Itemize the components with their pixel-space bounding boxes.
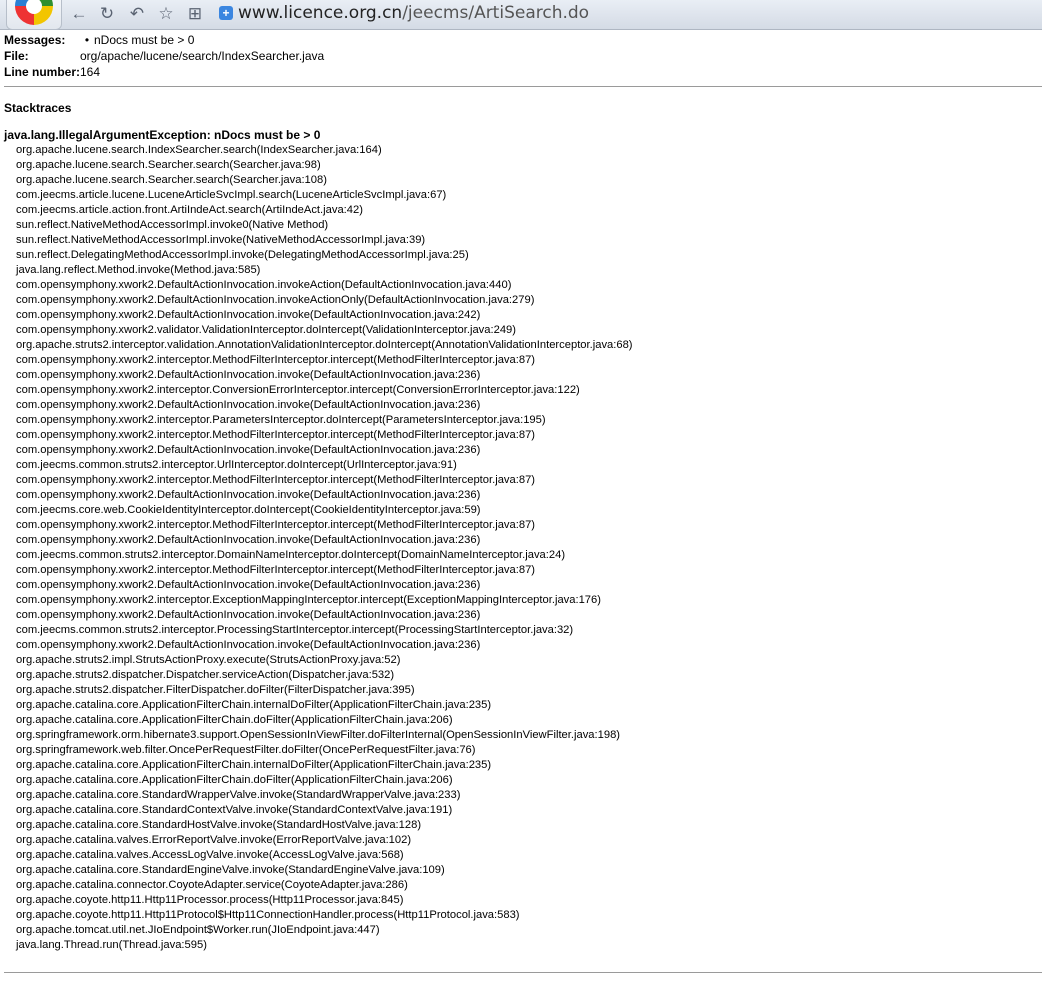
stack-frame: org.apache.lucene.search.IndexSearcher.s…: [16, 144, 382, 156]
stack-frame: org.springframework.orm.hibernate3.suppo…: [16, 729, 621, 741]
divider-bottom: [4, 972, 1042, 973]
stacktraces-heading: Stacktraces: [4, 101, 72, 115]
stack-frame: org.apache.coyote.http11.Http11Protocol$…: [16, 909, 520, 921]
stack-frame: com.jeecms.common.struts2.interceptor.Do…: [16, 549, 566, 561]
stack-frame: com.opensymphony.xwork2.interceptor.Meth…: [16, 354, 536, 366]
stack-frame: org.apache.lucene.search.Searcher.search…: [16, 174, 327, 186]
address-host: www.licence.org.cn: [238, 3, 403, 23]
browser-toolbar: ← ↻ ↶ ☆ ⊞ + www.licence.org.cn/jeecms/Ar…: [0, 0, 1042, 30]
stack-frame: com.opensymphony.xwork2.interceptor.Conv…: [16, 384, 580, 396]
line-number-value: 164: [80, 65, 101, 79]
stack-frame: org.apache.catalina.core.StandardContext…: [16, 804, 453, 816]
stack-frame: com.opensymphony.xwork2.DefaultActionInv…: [16, 489, 481, 501]
stack-frame: com.jeecms.common.struts2.interceptor.Ur…: [16, 459, 457, 471]
stack-frame: org.apache.catalina.core.ApplicationFilt…: [16, 714, 453, 726]
stacktrace-list: org.apache.lucene.search.IndexSearcher.s…: [16, 143, 633, 953]
messages-value: • nDocs must be > 0: [80, 32, 324, 48]
stack-frame: java.lang.Thread.run(Thread.java:595): [16, 939, 207, 951]
stack-frame: org.springframework.web.filter.OncePerRe…: [16, 744, 476, 756]
messages-label: Messages:: [4, 33, 66, 47]
stack-frame: com.jeecms.article.lucene.LuceneArticleS…: [16, 189, 447, 201]
stack-frame: com.opensymphony.xwork2.DefaultActionInv…: [16, 399, 481, 411]
stack-frame: java.lang.reflect.Method.invoke(Method.j…: [16, 264, 261, 276]
stack-frame: org.apache.catalina.valves.ErrorReportVa…: [16, 834, 412, 846]
stack-frame: org.apache.catalina.core.StandardHostVal…: [16, 819, 422, 831]
stack-frame: org.apache.catalina.core.StandardWrapper…: [16, 789, 461, 801]
message-item: nDocs must be > 0: [94, 33, 195, 47]
line-number-label: Line number:: [4, 65, 81, 79]
stack-frame: com.jeecms.core.web.CookieIdentityInterc…: [16, 504, 481, 516]
stack-frame: org.apache.catalina.connector.CoyoteAdap…: [16, 879, 408, 891]
divider-top: [4, 86, 1042, 87]
stack-frame: com.opensymphony.xwork2.interceptor.Meth…: [16, 429, 536, 441]
undo-icon[interactable]: ↶: [126, 4, 148, 24]
stack-frame: com.jeecms.article.action.front.ArtiInde…: [16, 204, 363, 216]
browser-logo[interactable]: [6, 0, 62, 30]
grid-icon[interactable]: ⊞: [184, 4, 206, 24]
stack-frame: org.apache.tomcat.util.net.JIoEndpoint$W…: [16, 924, 380, 936]
stack-frame: com.opensymphony.xwork2.DefaultActionInv…: [16, 609, 481, 621]
stack-frame: org.apache.struts2.dispatcher.FilterDisp…: [16, 684, 415, 696]
file-label: File:: [4, 49, 29, 63]
bullet-icon: •: [84, 33, 90, 47]
refresh-icon[interactable]: ↻: [96, 4, 118, 24]
stack-frame: org.apache.catalina.core.ApplicationFilt…: [16, 759, 492, 771]
stack-frame: com.opensymphony.xwork2.validator.Valida…: [16, 324, 516, 336]
stack-frame: com.opensymphony.xwork2.interceptor.Exce…: [16, 594, 601, 606]
stack-frame: sun.reflect.NativeMethodAccessorImpl.inv…: [16, 234, 426, 246]
browser-logo-icon: [15, 0, 53, 25]
stack-frame: com.opensymphony.xwork2.interceptor.Meth…: [16, 519, 536, 531]
stack-frame: com.opensymphony.xwork2.DefaultActionInv…: [16, 294, 535, 306]
stack-frame: org.apache.catalina.core.ApplicationFilt…: [16, 774, 453, 786]
stack-frame: com.opensymphony.xwork2.DefaultActionInv…: [16, 639, 481, 651]
stack-frame: sun.reflect.NativeMethodAccessorImpl.inv…: [16, 219, 329, 231]
stack-frame: org.apache.catalina.core.ApplicationFilt…: [16, 699, 492, 711]
stack-frame: sun.reflect.DelegatingMethodAccessorImpl…: [16, 249, 469, 261]
address-path: /jeecms/ArtiSearch.do: [402, 3, 590, 23]
stack-frame: com.opensymphony.xwork2.interceptor.Meth…: [16, 474, 536, 486]
stack-frame: org.apache.struts2.impl.StrutsActionProx…: [16, 654, 401, 666]
shield-icon: +: [219, 6, 233, 20]
stack-frame: org.apache.catalina.valves.AccessLogValv…: [16, 849, 404, 861]
stack-frame: com.jeecms.common.struts2.interceptor.Pr…: [16, 624, 574, 636]
stack-frame: com.opensymphony.xwork2.interceptor.Para…: [16, 414, 546, 426]
stack-frame: com.opensymphony.xwork2.DefaultActionInv…: [16, 279, 512, 291]
stack-frame: com.opensymphony.xwork2.DefaultActionInv…: [16, 369, 481, 381]
error-info-table: Messages: • nDocs must be > 0 File: org/a…: [4, 32, 324, 80]
stack-frame: org.apache.lucene.search.Searcher.search…: [16, 159, 321, 171]
stack-frame: com.opensymphony.xwork2.DefaultActionInv…: [16, 579, 481, 591]
stack-frame: org.apache.struts2.interceptor.validatio…: [16, 339, 633, 351]
back-icon[interactable]: ←: [68, 4, 90, 24]
stack-frame: org.apache.coyote.http11.Http11Processor…: [16, 894, 404, 906]
stack-frame: com.opensymphony.xwork2.DefaultActionInv…: [16, 444, 481, 456]
stack-frame: org.apache.catalina.core.StandardEngineV…: [16, 864, 445, 876]
stack-frame: org.apache.struts2.dispatcher.Dispatcher…: [16, 669, 395, 681]
star-icon[interactable]: ☆: [155, 4, 177, 24]
stack-frame: com.opensymphony.xwork2.DefaultActionInv…: [16, 309, 481, 321]
stack-frame: com.opensymphony.xwork2.interceptor.Meth…: [16, 564, 536, 576]
page-content: Messages: • nDocs must be > 0 File: org/a…: [4, 32, 1042, 973]
file-value: org/apache/lucene/search/IndexSearcher.j…: [80, 49, 325, 63]
address-bar[interactable]: www.licence.org.cn/jeecms/ArtiSearch.do: [238, 2, 589, 24]
stack-frame: com.opensymphony.xwork2.DefaultActionInv…: [16, 534, 481, 546]
exception-line: java.lang.IllegalArgumentException: nDoc…: [4, 128, 321, 142]
